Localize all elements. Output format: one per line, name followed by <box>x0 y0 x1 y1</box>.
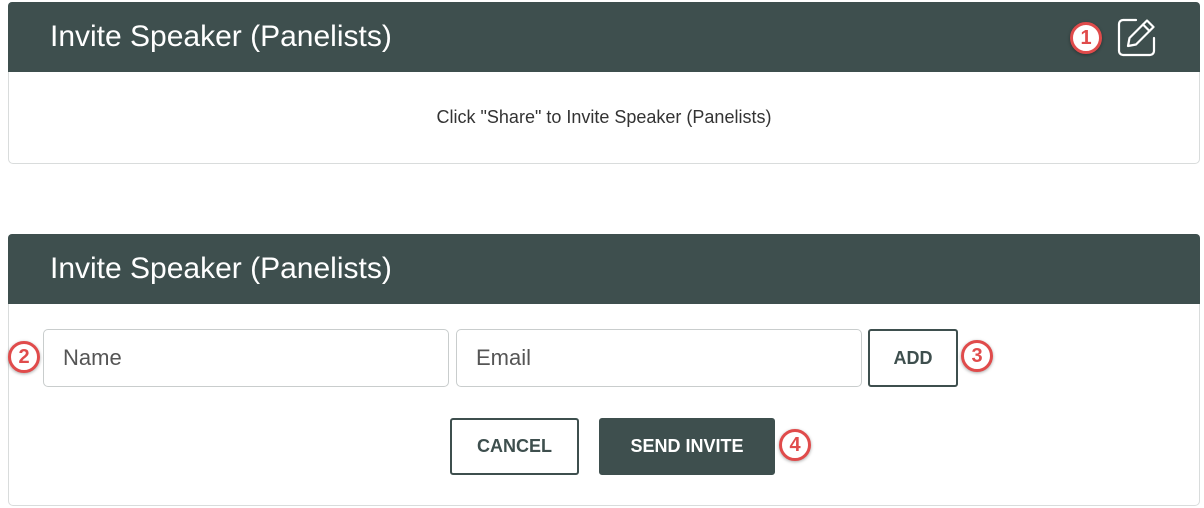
callout-badge-2: 2 <box>8 341 40 373</box>
callout-badge-1: 1 <box>1070 22 1102 54</box>
callout-badge-3: 3 <box>961 340 993 372</box>
share-panel-title: Invite Speaker (Panelists) <box>50 20 392 53</box>
cancel-button[interactable]: CANCEL <box>450 418 579 475</box>
send-invite-button[interactable]: SEND INVITE <box>599 418 775 475</box>
add-button[interactable]: ADD <box>868 329 958 387</box>
share-panel: Invite Speaker (Panelists) Click "Share"… <box>8 2 1200 164</box>
edit-icon[interactable] <box>1116 16 1158 58</box>
invite-panel-title: Invite Speaker (Panelists) <box>50 252 392 285</box>
invite-panel: Invite Speaker (Panelists) ADD CANCEL SE… <box>8 234 1200 506</box>
invite-panel-header: Invite Speaker (Panelists) <box>8 234 1200 304</box>
share-info-text: Click "Share" to Invite Speaker (Panelis… <box>436 107 772 127</box>
name-input[interactable] <box>43 329 449 387</box>
callout-badge-4: 4 <box>779 429 811 461</box>
email-input[interactable] <box>456 329 862 387</box>
share-panel-header: Invite Speaker (Panelists) <box>8 2 1200 72</box>
